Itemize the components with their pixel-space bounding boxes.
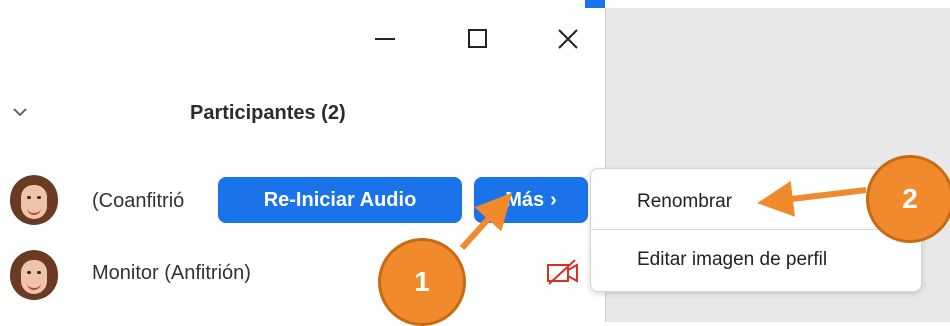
callout-1: 1: [378, 238, 466, 326]
callout-2: 2: [866, 155, 950, 243]
annotation-arrows: [459, 180, 867, 251]
arrow-1: [459, 192, 513, 251]
arrow-2: [757, 180, 867, 217]
